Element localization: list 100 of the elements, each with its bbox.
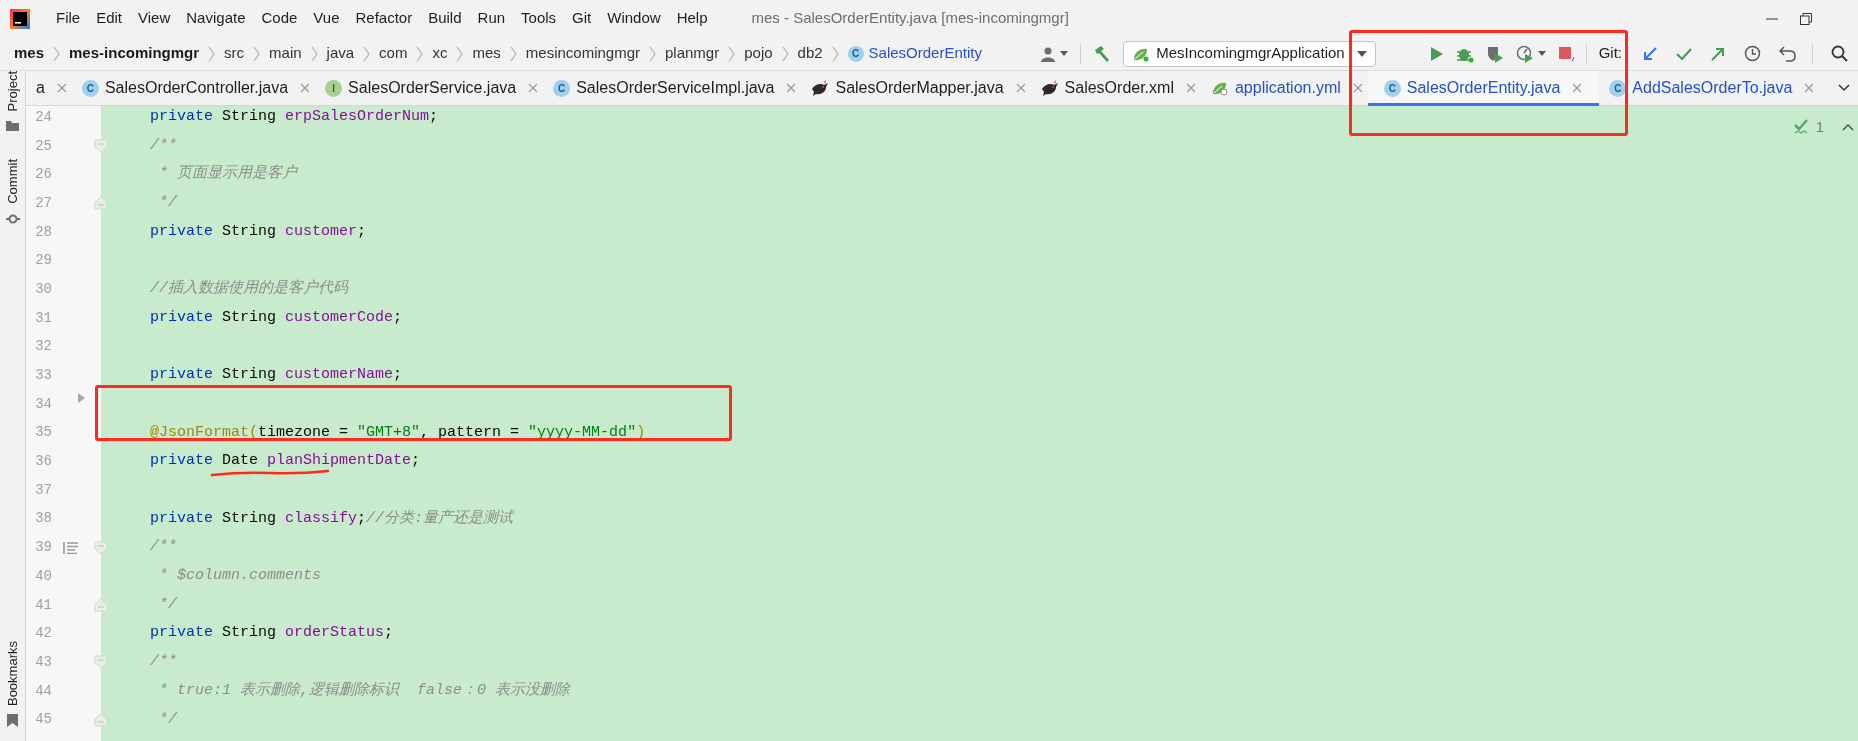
code-line: private String customerName; bbox=[149, 365, 403, 386]
close-icon[interactable] bbox=[56, 83, 67, 93]
inspection-check-icon[interactable] bbox=[1793, 119, 1810, 136]
push-arrow-icon[interactable] bbox=[1710, 45, 1726, 62]
menu-item[interactable]: Window bbox=[607, 7, 661, 30]
menu-item[interactable]: Run bbox=[477, 7, 506, 30]
close-icon[interactable] bbox=[1804, 83, 1815, 93]
leaf-icon bbox=[1210, 80, 1229, 96]
breadcrumb-item[interactable]: src bbox=[224, 42, 245, 65]
breadcrumb-item[interactable]: xc bbox=[432, 42, 448, 65]
undo-icon[interactable] bbox=[1779, 45, 1796, 62]
menu-item[interactable]: View bbox=[138, 7, 171, 30]
breadcrumb-item[interactable]: mes-incomingmgr bbox=[69, 42, 200, 65]
hammer-icon[interactable] bbox=[1093, 44, 1112, 63]
run-icon[interactable] bbox=[1429, 45, 1444, 62]
menu-item[interactable]: Navigate bbox=[186, 7, 246, 30]
caret-icon[interactable] bbox=[1060, 51, 1069, 56]
menu-item[interactable]: Code bbox=[261, 7, 298, 30]
code-line: private String customer; bbox=[149, 221, 367, 242]
shield-icon[interactable] bbox=[1485, 44, 1504, 63]
user-icon[interactable] bbox=[1041, 45, 1058, 62]
breadcrumb-item[interactable]: com bbox=[379, 42, 408, 65]
editor-tab[interactable]: SalesOrder.xml bbox=[1030, 71, 1201, 105]
gauge-icon[interactable] bbox=[1515, 44, 1534, 63]
menu-item[interactable]: Vue bbox=[313, 7, 340, 30]
line-number: 29 bbox=[34, 251, 52, 271]
menu-item[interactable]: Build bbox=[428, 7, 462, 30]
clock-icon[interactable] bbox=[1744, 45, 1761, 62]
breadcrumb-item[interactable]: mes bbox=[472, 42, 501, 65]
close-icon[interactable] bbox=[300, 83, 311, 93]
line-number: 24 bbox=[34, 107, 52, 127]
line-number: 42 bbox=[34, 624, 52, 644]
editor-tab[interactable]: C SalesOrderController.java bbox=[71, 71, 316, 105]
code-line: private String erpSalesOrderNum; bbox=[149, 107, 439, 128]
menu-item[interactable]: Refactor bbox=[355, 7, 413, 30]
fold-marker-icon[interactable] bbox=[94, 196, 108, 211]
code-line: private Date planShipmentDate; bbox=[149, 451, 421, 472]
line-number: 27 bbox=[34, 193, 52, 213]
breadcrumb-item[interactable]: java bbox=[326, 42, 355, 65]
close-icon[interactable] bbox=[1352, 83, 1363, 93]
editor-tab[interactable]: I SalesOrderService.java bbox=[315, 71, 544, 105]
breadcrumb-item[interactable]: mes bbox=[14, 42, 45, 65]
tool-window-button[interactable]: Commit bbox=[4, 159, 21, 205]
line-number: 35 bbox=[34, 423, 52, 443]
close-icon[interactable] bbox=[1572, 83, 1583, 93]
menu-item[interactable]: File bbox=[56, 7, 81, 30]
menu-item[interactable]: Help bbox=[676, 7, 708, 30]
code-line: private String classify;//分类:量产还是测试 bbox=[149, 508, 514, 529]
chevron-down-icon[interactable] bbox=[1838, 84, 1850, 92]
editor-tab[interactable]: C SalesOrderEntity.java bbox=[1367, 71, 1600, 105]
chevron-icon bbox=[780, 45, 790, 62]
breadcrumb-item[interactable]: SalesOrderEntity bbox=[868, 42, 982, 65]
code-line: * true:1 表示删除,逻辑删除标识 false：0 表示没删除 bbox=[158, 680, 571, 701]
fold-marker-icon[interactable] bbox=[94, 139, 108, 154]
bookmark-icon[interactable] bbox=[7, 714, 18, 727]
code-line: * 页面显示用是客户 bbox=[158, 163, 297, 185]
line-number: 37 bbox=[34, 480, 52, 500]
search-icon[interactable] bbox=[1831, 45, 1848, 62]
menu-item[interactable]: Tools bbox=[521, 7, 557, 30]
restore-icon[interactable] bbox=[1800, 12, 1812, 25]
doc-lines-icon[interactable] bbox=[63, 541, 78, 554]
line-number: 34 bbox=[34, 394, 52, 414]
caret-icon[interactable] bbox=[1537, 51, 1546, 56]
editor-tab[interactable]: a bbox=[26, 71, 72, 105]
fold-marker-icon[interactable] bbox=[94, 540, 108, 555]
update-arrow-icon[interactable] bbox=[1642, 45, 1658, 62]
bird-icon bbox=[811, 80, 830, 96]
editor-tab[interactable]: application.yml bbox=[1200, 71, 1368, 105]
code-line: */ bbox=[158, 193, 177, 214]
bird-icon bbox=[1040, 80, 1059, 96]
code-line: private String orderStatus; bbox=[149, 623, 394, 644]
breadcrumb-item[interactable]: planmgr bbox=[665, 42, 720, 65]
editor-tab[interactable]: C SalesOrderServiceImpl.java bbox=[543, 71, 802, 105]
code-line: */ bbox=[158, 709, 177, 730]
breadcrumb-item[interactable]: pojo bbox=[744, 42, 773, 65]
menu-item[interactable]: Git bbox=[572, 7, 592, 30]
class-icon: C bbox=[1383, 79, 1401, 97]
breadcrumb-item[interactable]: main bbox=[269, 42, 302, 65]
tool-window-button[interactable]: Project bbox=[4, 71, 21, 112]
line-number: 33 bbox=[34, 366, 52, 386]
close-icon[interactable] bbox=[528, 83, 539, 93]
line-number: 31 bbox=[34, 308, 52, 328]
breadcrumb-item[interactable]: db2 bbox=[797, 42, 823, 65]
breadcrumb-item[interactable]: mesincomingmgr bbox=[525, 42, 640, 65]
close-icon[interactable] bbox=[1185, 83, 1196, 93]
menu-item[interactable]: Edit bbox=[96, 7, 123, 30]
fold-marker-icon[interactable] bbox=[94, 712, 108, 727]
close-icon[interactable] bbox=[786, 83, 797, 93]
stop-icon[interactable] bbox=[1557, 45, 1574, 62]
folder-icon[interactable] bbox=[6, 119, 19, 132]
line-number: 39 bbox=[34, 538, 52, 558]
close-icon[interactable] bbox=[1015, 83, 1026, 93]
chevron-up-icon[interactable] bbox=[1842, 123, 1854, 132]
editor-tab[interactable]: C AddSalesOrderTo.java bbox=[1599, 71, 1820, 105]
run-configuration-dropdown[interactable]: MesIncomingmgrApplication bbox=[1123, 40, 1376, 67]
editor-tab[interactable]: SalesOrderMapper.java bbox=[801, 71, 1031, 105]
tool-window-button[interactable]: Bookmarks bbox=[4, 640, 21, 706]
fold-marker-icon[interactable] bbox=[94, 655, 108, 670]
line-number: 26 bbox=[34, 165, 52, 185]
fold-marker-icon[interactable] bbox=[94, 598, 108, 613]
